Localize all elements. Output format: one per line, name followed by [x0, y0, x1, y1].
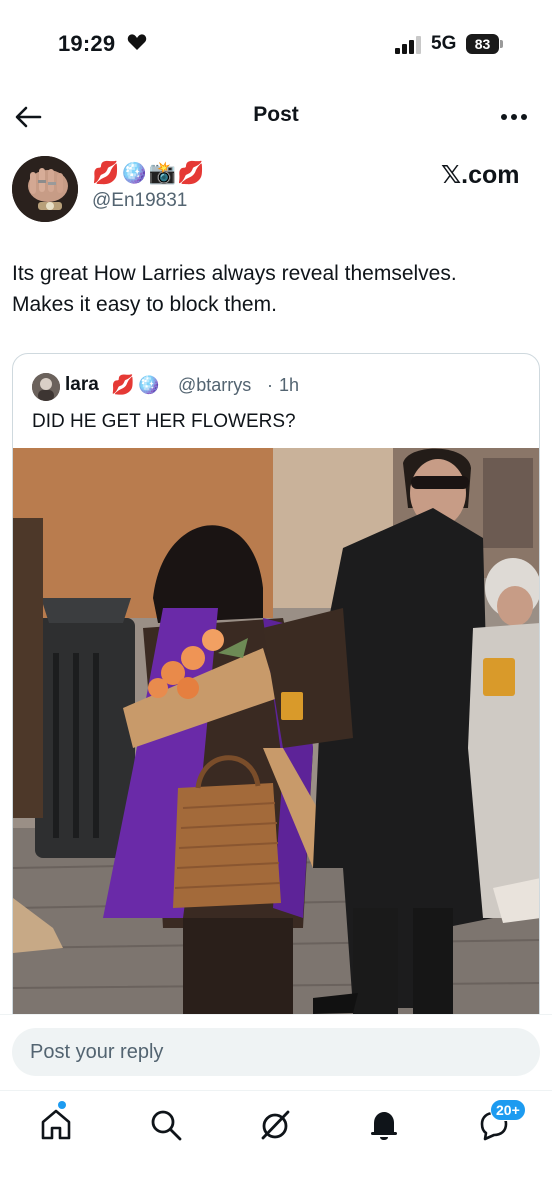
heart-icon	[127, 34, 147, 50]
signal-icon	[395, 36, 421, 54]
battery-level: 83	[466, 34, 499, 54]
nav-search[interactable]	[146, 1105, 186, 1145]
author-handle[interactable]: @En19831	[92, 190, 187, 212]
author-display-name[interactable]: 💋🪩📸💋	[92, 160, 206, 186]
quoted-separator: ·	[267, 375, 273, 395]
messages-badge: 20+	[490, 1099, 526, 1121]
quoted-post-card[interactable]: lara 💋🪩 @btarrys · 1h DID HE GET HER FLO…	[12, 353, 540, 1053]
source-watermark: 𝕏.com	[441, 161, 520, 189]
tweet-text-line: Makes it easy to block them.	[12, 293, 277, 316]
nav-notifications[interactable]	[364, 1105, 404, 1145]
battery-icon: 83	[466, 34, 504, 54]
grok-icon	[261, 1110, 290, 1140]
reply-input[interactable]	[12, 1028, 540, 1076]
quoted-author-name: lara	[65, 374, 99, 395]
search-icon	[151, 1110, 182, 1141]
quoted-author-avatar	[32, 373, 60, 401]
status-time: 19:29	[58, 31, 116, 56]
quoted-author-emojis: 💋🪩	[111, 375, 163, 396]
nav-home[interactable]	[36, 1101, 76, 1145]
bottom-nav: 20+	[0, 1090, 552, 1200]
nav-messages[interactable]: 20+	[474, 1099, 526, 1145]
quoted-post-text: DID HE GET HER FLOWERS?	[32, 411, 296, 432]
tweet-text-line: Its great How Larries always reveal them…	[12, 262, 457, 285]
quoted-timestamp: 1h	[279, 375, 300, 395]
more-options-icon[interactable]	[496, 102, 532, 132]
network-label: 5G	[431, 33, 457, 54]
nav-grok[interactable]	[255, 1105, 295, 1145]
reply-bar	[0, 1014, 552, 1090]
author-avatar[interactable]	[12, 156, 78, 222]
quoted-post-photo[interactable]	[13, 448, 540, 1053]
status-bar: 19:29 5G 83	[0, 0, 552, 90]
post-header: Post	[0, 90, 552, 144]
home-icon	[41, 1109, 71, 1140]
quoted-author-handle: @btarrys	[178, 375, 252, 395]
page-title: Post	[253, 103, 299, 126]
bell-icon	[371, 1112, 397, 1140]
tweet-text: Its great How Larries always reveal them…	[12, 258, 542, 320]
notification-dot	[58, 1101, 66, 1109]
